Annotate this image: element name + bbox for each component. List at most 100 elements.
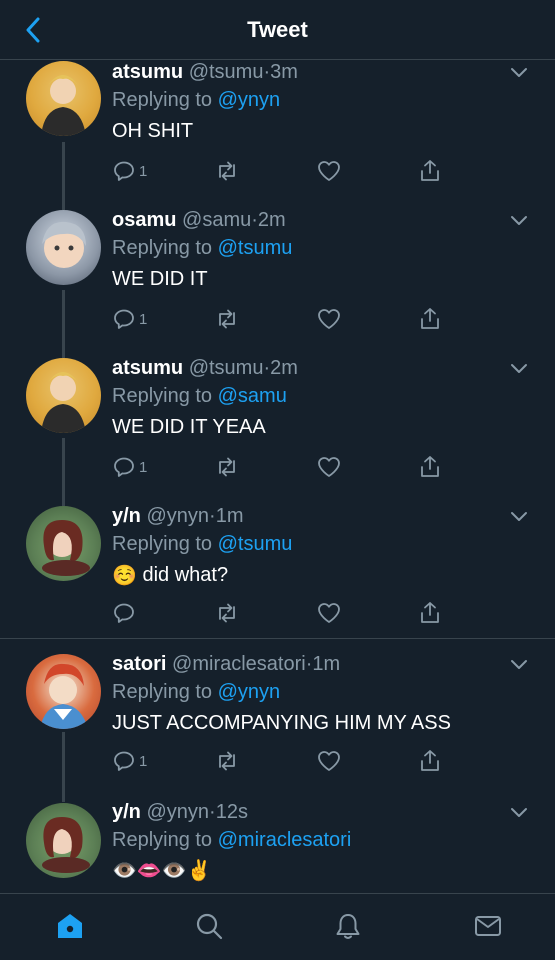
- tweet-item[interactable]: osamu @samu·2m Replying to @tsumu WE DID…: [0, 208, 555, 356]
- tab-home[interactable]: [50, 908, 90, 944]
- display-name[interactable]: atsumu: [112, 357, 183, 379]
- mention-link[interactable]: @tsumu: [218, 237, 293, 259]
- reply-button[interactable]: [112, 598, 139, 628]
- tweet-header: satori @miraclesatori·1m: [112, 652, 532, 676]
- tweet-item[interactable]: atsumu @tsumu·2m Replying to @samu WE DI…: [0, 356, 555, 504]
- avatar[interactable]: [26, 210, 101, 285]
- retweet-icon: [219, 161, 235, 181]
- heart-icon: [318, 457, 340, 477]
- share-button[interactable]: [418, 304, 442, 334]
- replying-to: Replying to @samu: [112, 384, 532, 408]
- display-name[interactable]: y/n: [112, 801, 141, 823]
- chevron-down-icon[interactable]: [509, 658, 529, 672]
- tweet-item[interactable]: y/n @ynyn·1m Replying to @tsumu ☺️ did w…: [0, 504, 555, 639]
- tweet-header: osamu @samu·2m: [112, 208, 532, 232]
- username[interactable]: @ynyn: [146, 505, 209, 527]
- tab-notifications[interactable]: [328, 908, 368, 944]
- chevron-down-icon[interactable]: [509, 362, 529, 376]
- retweet-icon: [219, 457, 235, 477]
- display-name[interactable]: osamu: [112, 209, 176, 231]
- home-icon: [58, 914, 82, 938]
- avatar[interactable]: [26, 358, 101, 433]
- replying-to: Replying to @tsumu: [112, 532, 532, 556]
- chevron-down-icon[interactable]: [509, 66, 529, 80]
- replying-to: Replying to @tsumu: [112, 236, 532, 260]
- timestamp[interactable]: 12s: [216, 801, 248, 823]
- reply-count: 1: [139, 458, 148, 476]
- reply-count: 1: [139, 752, 148, 770]
- tweet-feed[interactable]: atsumu @tsumu·3m Replying to @ynyn OH SH…: [0, 60, 555, 893]
- bottom-tab-bar: [0, 893, 555, 960]
- tweet-thread-screen: Tweet atsumu @tsumu·3m Replying to @ynyn…: [0, 0, 555, 960]
- username[interactable]: @tsumu: [189, 61, 264, 83]
- separator-dot: ·: [209, 801, 216, 823]
- mention-link[interactable]: @ynyn: [218, 681, 281, 703]
- tweet-header: y/n @ynyn·12s: [112, 800, 532, 824]
- tweet-text-content: did what?: [142, 564, 229, 586]
- tweet-item[interactable]: satori @miraclesatori·1m Replying to @yn…: [0, 652, 555, 800]
- thread-line: [62, 732, 65, 800]
- retweet-button[interactable]: [214, 452, 240, 482]
- avatar[interactable]: [26, 506, 101, 581]
- tweet-item[interactable]: y/n @ynyn·12s Replying to @miraclesatori…: [0, 800, 555, 893]
- share-button[interactable]: [418, 452, 442, 482]
- mention-link[interactable]: @ynyn: [218, 89, 281, 111]
- display-name[interactable]: y/n: [112, 505, 141, 527]
- display-name[interactable]: atsumu: [112, 61, 183, 83]
- retweet-button[interactable]: [214, 304, 240, 334]
- share-icon: [421, 456, 439, 477]
- reply-button[interactable]: 1: [112, 304, 147, 334]
- mention-link[interactable]: @miraclesatori: [218, 829, 352, 851]
- like-button[interactable]: [316, 452, 342, 482]
- timestamp[interactable]: 2m: [270, 357, 298, 379]
- notifications-icon: [336, 914, 360, 939]
- like-button[interactable]: [316, 156, 342, 186]
- avatar[interactable]: [26, 803, 101, 878]
- tweet-header: atsumu @tsumu·3m: [112, 60, 532, 84]
- mention-link[interactable]: @tsumu: [218, 533, 293, 555]
- separator-dot: ·: [251, 209, 258, 231]
- reply-icon: [114, 309, 134, 329]
- timestamp[interactable]: 2m: [258, 209, 286, 231]
- username[interactable]: @tsumu: [189, 357, 264, 379]
- share-icon: [421, 750, 439, 771]
- replying-to-label: Replying to: [112, 237, 213, 259]
- avatar[interactable]: [26, 654, 101, 729]
- thread-line: [62, 290, 65, 356]
- tab-messages[interactable]: [468, 908, 508, 944]
- username[interactable]: @samu: [182, 209, 251, 231]
- username[interactable]: @ynyn: [146, 801, 209, 823]
- reply-button[interactable]: 1: [112, 746, 147, 776]
- retweet-button[interactable]: [214, 156, 240, 186]
- like-button[interactable]: [316, 746, 342, 776]
- chevron-down-icon[interactable]: [509, 806, 529, 820]
- reply-button[interactable]: 1: [112, 156, 147, 186]
- timestamp[interactable]: 1m: [216, 505, 244, 527]
- separator-dot: ·: [209, 505, 216, 527]
- chevron-down-icon[interactable]: [509, 510, 529, 524]
- like-button[interactable]: [316, 598, 342, 628]
- replying-to-label: Replying to: [112, 385, 213, 407]
- share-button[interactable]: [418, 746, 442, 776]
- mention-link[interactable]: @samu: [218, 385, 287, 407]
- tweet-actions: [112, 598, 452, 628]
- share-button[interactable]: [418, 598, 442, 628]
- retweet-button[interactable]: [214, 598, 240, 628]
- heart-icon: [318, 603, 340, 623]
- timestamp[interactable]: 1m: [312, 653, 340, 675]
- share-button[interactable]: [418, 156, 442, 186]
- tweet-item[interactable]: atsumu @tsumu·3m Replying to @ynyn OH SH…: [0, 60, 555, 208]
- share-icon: [421, 160, 439, 181]
- chevron-down-icon[interactable]: [509, 214, 529, 228]
- timestamp[interactable]: 3m: [270, 61, 298, 83]
- retweet-button[interactable]: [214, 746, 240, 776]
- reply-button[interactable]: 1: [112, 452, 147, 482]
- share-icon: [421, 308, 439, 329]
- tweet-actions: 1: [112, 452, 452, 482]
- display-name[interactable]: satori: [112, 653, 166, 675]
- avatar[interactable]: [26, 61, 101, 136]
- back-button[interactable]: [16, 14, 50, 46]
- tab-search[interactable]: [189, 908, 229, 944]
- like-button[interactable]: [316, 304, 342, 334]
- username[interactable]: @miraclesatori: [172, 653, 306, 675]
